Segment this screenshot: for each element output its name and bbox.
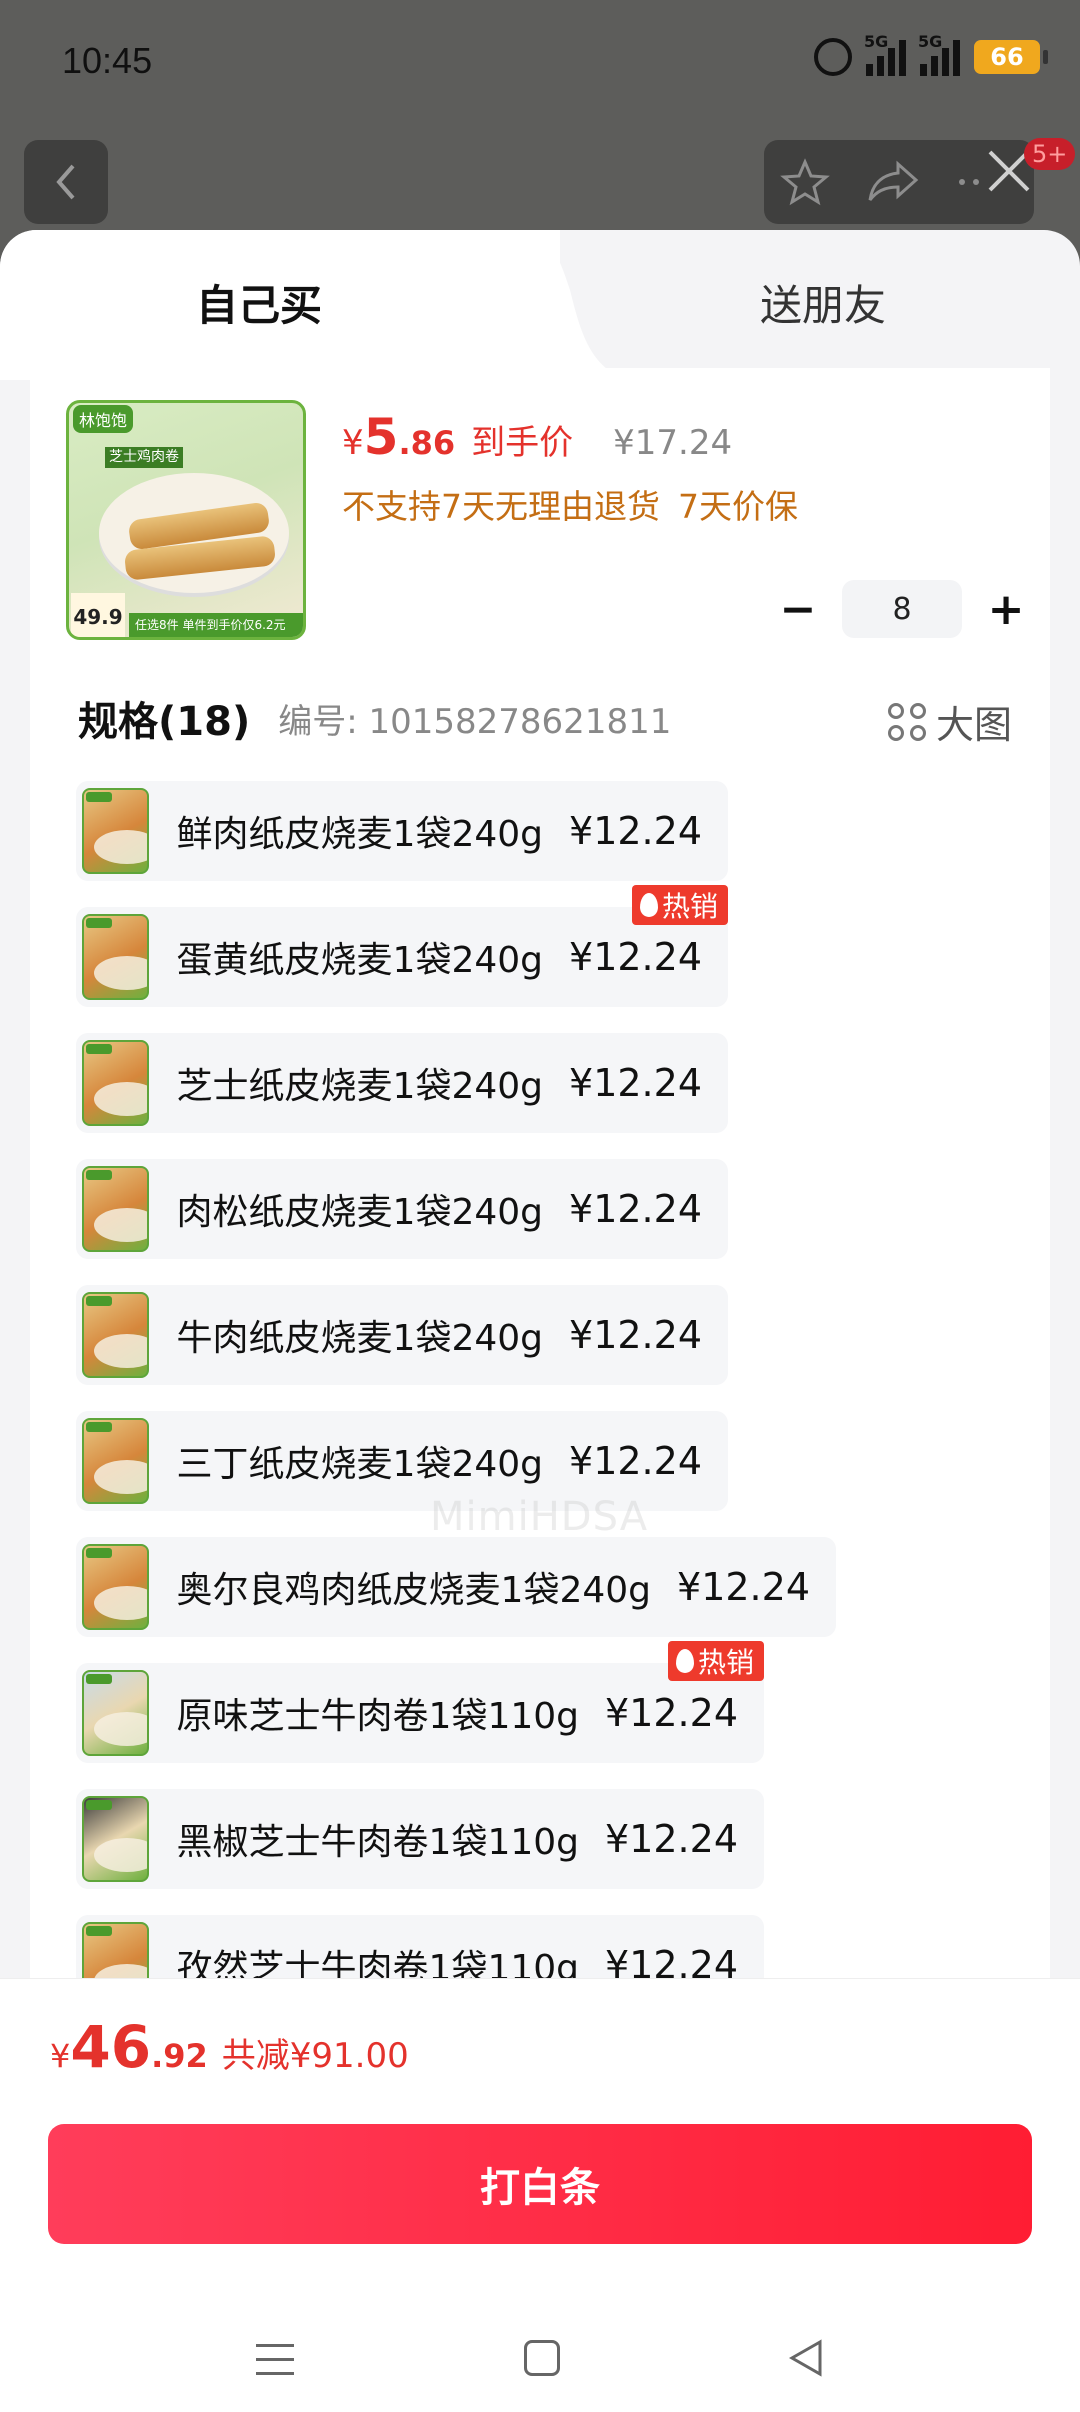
menu-icon[interactable] — [256, 2344, 294, 2386]
spec-price: ¥12.24 — [569, 1187, 702, 1231]
increase-button[interactable]: + — [976, 580, 1036, 638]
action-area: 打白条 — [0, 2112, 1080, 2412]
price-decimal: .86 — [398, 424, 456, 462]
spec-name: 原味芝士牛肉卷1袋110g — [176, 1696, 580, 1737]
hot-label: 热销 — [697, 1646, 754, 1679]
spec-header: 规格(18) 编号: 10158278621811 大图 — [78, 690, 1018, 749]
spec-price: ¥12.24 — [569, 1439, 702, 1483]
tab-bar: 自己买 送朋友 — [0, 230, 1080, 380]
hot-badge: 热销 — [667, 1641, 764, 1681]
product-panel: 林饱饱 芝士鸡肉卷 任选8件 单件到手价仅6.2元 49.9 ¥ 5 .86 到… — [30, 368, 1050, 2208]
spec-name: 黑椒芝士牛肉卷1袋110g — [176, 1822, 580, 1863]
image-price: 49.9 — [71, 593, 125, 637]
spec-price: ¥12.24 — [605, 1691, 738, 1735]
message-badge: 5+ — [1024, 138, 1076, 170]
alarm-icon — [814, 38, 852, 76]
chevron-left-icon — [56, 164, 75, 200]
battery-icon: 66 — [974, 40, 1048, 74]
price-label: 到手价 — [471, 423, 574, 463]
share-icon[interactable] — [866, 160, 920, 204]
spec-thumbnail — [82, 1796, 149, 1882]
fire-icon — [639, 893, 658, 917]
decrease-button[interactable]: − — [768, 580, 828, 638]
signal-icon: 5G — [918, 32, 960, 76]
price-symbol: ¥ — [342, 423, 364, 463]
brand-logo: 林饱饱 — [73, 405, 134, 433]
spec-name: 肉松纸皮烧麦1袋240g — [176, 1192, 544, 1233]
spec-option[interactable]: 原味芝士牛肉卷1袋110g ¥12.24 热销 — [76, 1641, 764, 1763]
spec-name: 鲜肉纸皮烧麦1袋240g — [176, 814, 544, 855]
price-line: ¥ 5 .86 到手价 ¥17.24 — [342, 408, 732, 466]
spec-name: 奥尔良鸡肉纸皮烧麦1袋240g — [176, 1570, 652, 1611]
price-integer: 5 — [363, 408, 399, 466]
return-policy: 不支持7天无理由退货 — [342, 487, 660, 526]
spec-thumbnail — [82, 1418, 149, 1504]
spec-option[interactable]: 牛肉纸皮烧麦1袋240g ¥12.24 — [76, 1285, 728, 1385]
watermark: MimiHDSA — [430, 1494, 649, 1540]
product-image[interactable]: 林饱饱 芝士鸡肉卷 任选8件 单件到手价仅6.2元 49.9 — [66, 400, 306, 640]
big-image-toggle[interactable]: 大图 — [887, 694, 1012, 749]
spec-price: ¥12.24 — [605, 1817, 738, 1861]
spec-name: 三丁纸皮烧麦1袋240g — [176, 1444, 544, 1485]
spec-title: 规格(18) — [78, 699, 251, 745]
star-icon[interactable] — [780, 157, 830, 207]
total-bar: ¥ 46 .92 共减¥91.00 — [0, 1978, 1080, 2112]
spec-name: 牛肉纸皮烧麦1袋240g — [176, 1318, 544, 1359]
total-saving: 共减¥91.00 — [221, 2036, 409, 2076]
spec-list: 鲜肉纸皮烧麦1袋240g ¥12.24 蛋黄纸皮烧麦1袋240g ¥12.24 … — [76, 781, 976, 2041]
original-price: ¥17.24 — [613, 423, 733, 463]
spec-thumbnail — [82, 914, 149, 1000]
system-nav-bar — [0, 2332, 1080, 2412]
total-symbol: ¥ — [50, 2037, 71, 2075]
big-image-label: 大图 — [935, 703, 1012, 747]
tab-gift-friend[interactable]: 送朋友 — [760, 272, 886, 333]
spec-price: ¥12.24 — [569, 809, 702, 853]
hot-badge: 热销 — [631, 885, 728, 925]
signal-label: 5G — [918, 32, 943, 51]
spec-name: 蛋黄纸皮烧麦1袋240g — [176, 940, 544, 981]
spec-thumbnail — [82, 1292, 149, 1378]
spec-thumbnail — [82, 1670, 149, 1756]
signal-label: 5G — [864, 32, 889, 51]
spec-name: 芝士纸皮烧麦1袋240g — [176, 1066, 544, 1107]
total-price: ¥ 46 .92 共减¥91.00 — [50, 2013, 409, 2081]
image-tag: 芝士鸡肉卷 — [105, 447, 183, 468]
spec-thumbnail — [82, 1166, 149, 1252]
policy-line: 不支持7天无理由退货 7天价保 — [342, 480, 798, 528]
grid-icon — [887, 702, 926, 741]
pay-button[interactable]: 打白条 — [48, 2124, 1032, 2244]
status-icons: 5G 5G 66 — [814, 32, 1048, 76]
spec-option[interactable]: 鲜肉纸皮烧麦1袋240g ¥12.24 — [76, 781, 728, 881]
spec-price: ¥12.24 — [569, 1313, 702, 1357]
spec-price: ¥12.24 — [569, 1061, 702, 1105]
quantity-input[interactable]: 8 — [842, 580, 962, 638]
tab-buy-self[interactable]: 自己买 — [196, 272, 322, 333]
spec-option[interactable]: 芝士纸皮烧麦1袋240g ¥12.24 — [76, 1033, 728, 1133]
total-integer: 46 — [70, 2013, 152, 2081]
spec-option[interactable]: 黑椒芝士牛肉卷1袋110g ¥12.24 — [76, 1789, 764, 1889]
spec-code: 编号: 10158278621811 — [278, 701, 672, 742]
hot-label: 热销 — [661, 890, 718, 923]
total-decimal: .92 — [151, 2037, 208, 2075]
back-triangle-icon[interactable] — [786, 2338, 826, 2378]
home-icon[interactable] — [524, 2340, 560, 2376]
quantity-stepper: − 8 + — [768, 580, 1036, 638]
spec-price: ¥12.24 — [677, 1565, 810, 1609]
tab-curve — [480, 230, 630, 380]
status-time: 10:45 — [62, 40, 153, 81]
image-promo-bar: 任选8件 单件到手价仅6.2元 — [129, 613, 303, 637]
spec-thumbnail — [82, 788, 149, 874]
fire-icon — [675, 1649, 694, 1673]
spec-price: ¥12.24 — [569, 935, 702, 979]
back-button[interactable] — [24, 140, 108, 224]
spec-option[interactable]: 蛋黄纸皮烧麦1袋240g ¥12.24 热销 — [76, 885, 728, 1007]
spec-thumbnail — [82, 1040, 149, 1126]
spec-option[interactable]: 肉松纸皮烧麦1袋240g ¥12.24 — [76, 1159, 728, 1259]
signal-icon: 5G — [864, 32, 906, 76]
spec-option[interactable]: 奥尔良鸡肉纸皮烧麦1袋240g ¥12.24 — [76, 1537, 836, 1637]
status-bar: 10:45 5G 5G 66 — [0, 0, 1080, 120]
spec-thumbnail — [82, 1544, 149, 1630]
price-protect: 7天价保 — [678, 487, 798, 526]
